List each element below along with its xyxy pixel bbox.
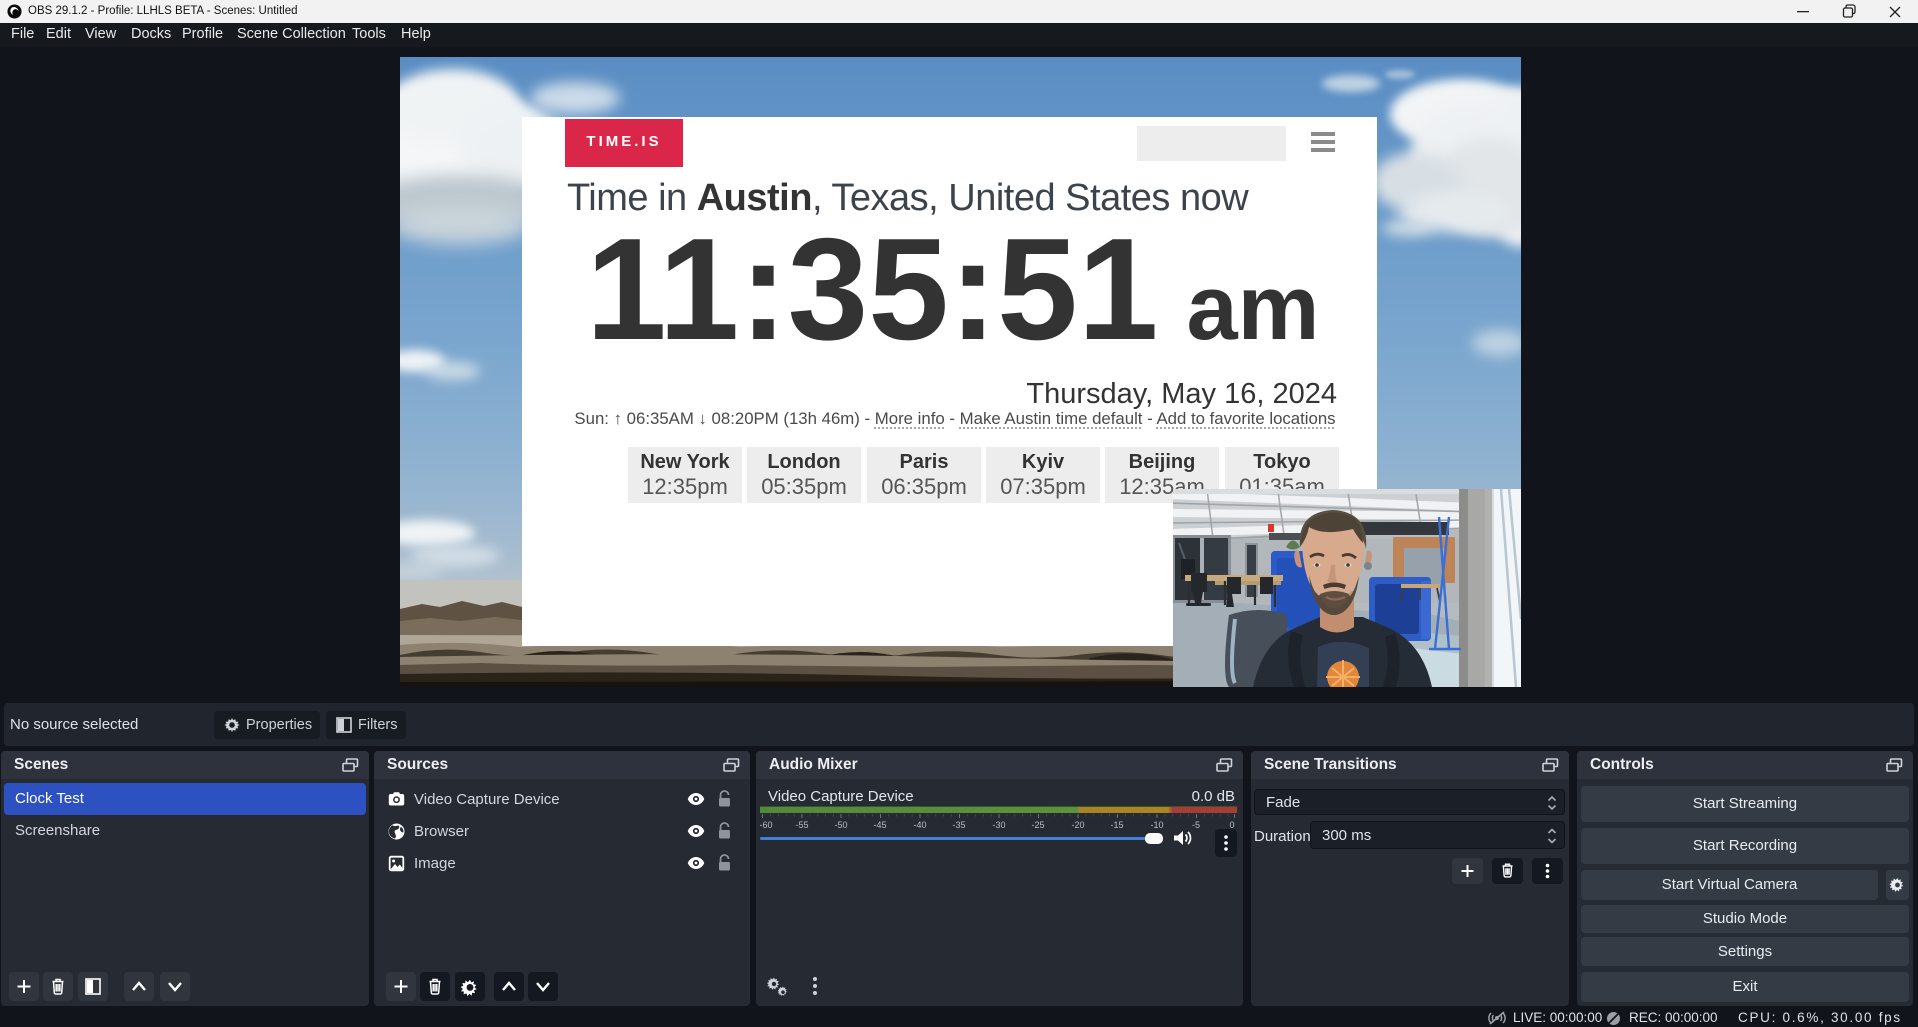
svg-text:-60: -60 <box>760 820 773 830</box>
svg-text:-50: -50 <box>834 820 847 830</box>
svg-text:-45: -45 <box>873 820 886 830</box>
svg-text:-55: -55 <box>795 820 808 830</box>
svg-text:-35: -35 <box>952 820 965 830</box>
svg-text:-30: -30 <box>992 820 1005 830</box>
svg-text:-25: -25 <box>1031 820 1044 830</box>
svg-text:-20: -20 <box>1071 820 1084 830</box>
svg-text:-5: -5 <box>1192 820 1200 830</box>
svg-text:-10: -10 <box>1150 820 1163 830</box>
svg-text:-40: -40 <box>913 820 926 830</box>
svg-text:-15: -15 <box>1110 820 1123 830</box>
